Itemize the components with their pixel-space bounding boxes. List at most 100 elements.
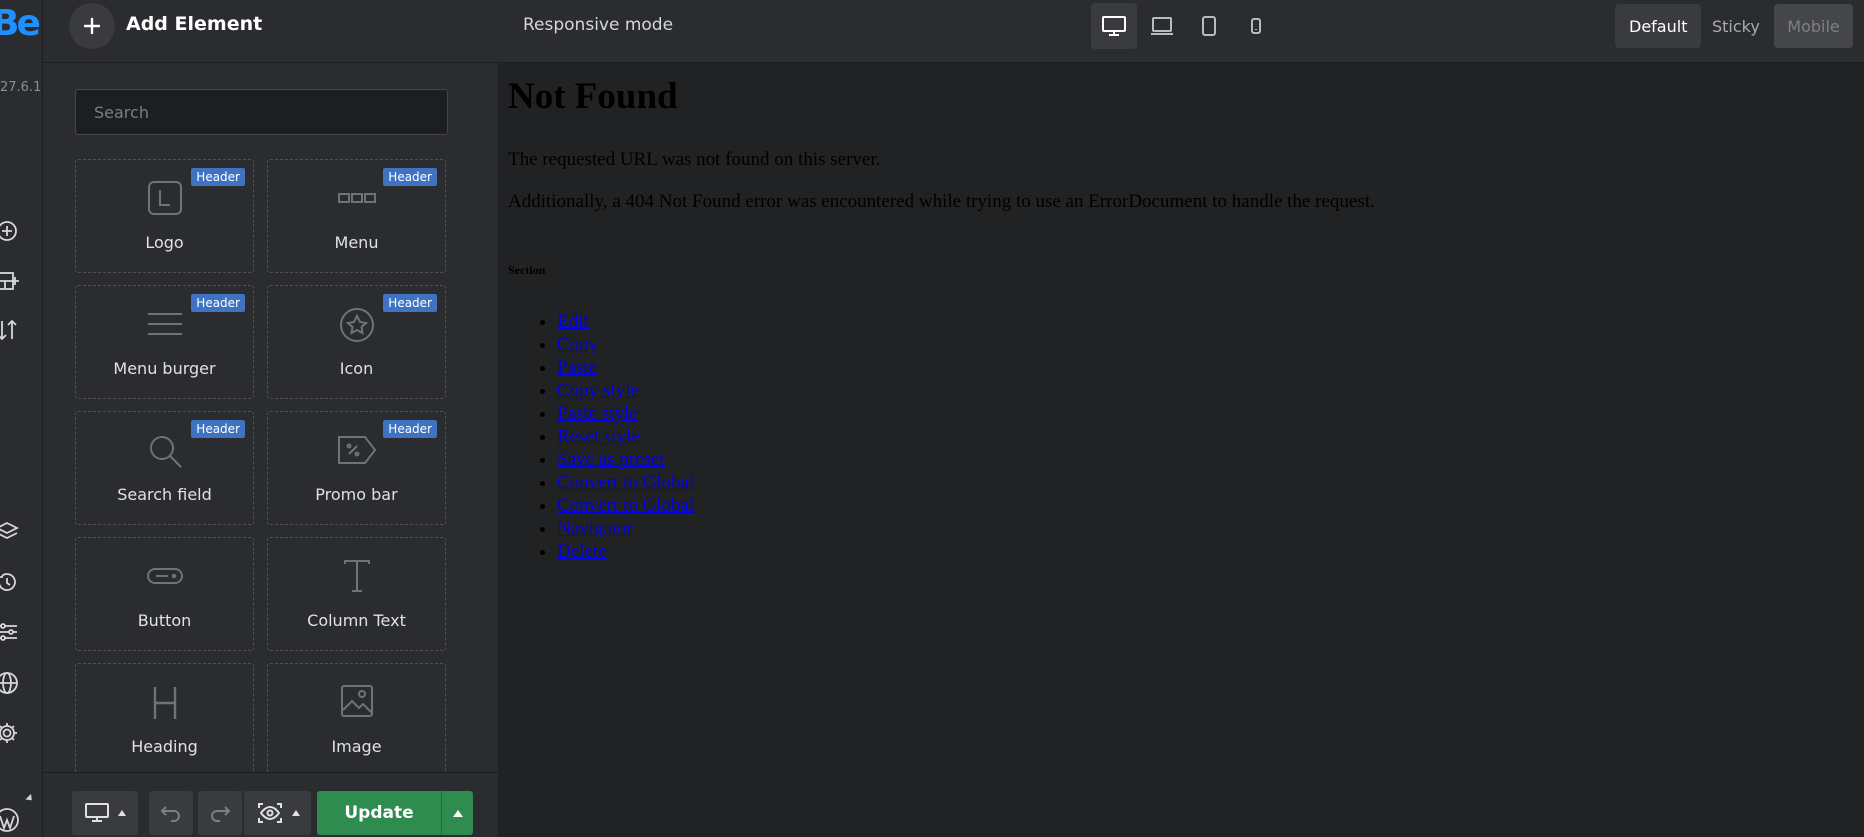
responsive-mode-label: Responsive mode <box>523 15 674 35</box>
mobile-icon <box>1251 18 1261 34</box>
header-badge: Header <box>383 168 437 186</box>
element-card-icon[interactable]: Header Icon <box>267 285 446 399</box>
caret-up-icon <box>118 810 126 816</box>
element-card-button[interactable]: Button <box>75 537 254 651</box>
copy-link[interactable]: Copy <box>557 334 598 355</box>
element-card-column-text[interactable]: Column Text <box>267 537 446 651</box>
list-item: Paste <box>557 356 694 379</box>
wordpress-icon[interactable] <box>0 805 22 835</box>
reset-style-link[interactable]: Reset style <box>557 426 640 447</box>
list-item: Delete <box>557 540 694 563</box>
settings-sliders-icon[interactable] <box>0 617 22 647</box>
section-label: Section <box>508 263 546 277</box>
image-icon <box>340 685 373 717</box>
undo-button[interactable] <box>149 791 193 835</box>
element-card-search-field[interactable]: Header Search field <box>75 411 254 525</box>
element-label: Icon <box>339 359 374 378</box>
delete-link[interactable]: Delete <box>557 541 607 562</box>
update-options-button[interactable] <box>441 791 473 835</box>
tablet-view-button[interactable] <box>1186 3 1232 49</box>
laptop-view-button[interactable] <box>1139 3 1185 49</box>
mode-mobile-button[interactable]: Mobile <box>1774 4 1853 48</box>
element-label: Heading <box>131 737 198 756</box>
element-card-image[interactable]: Image <box>267 663 446 777</box>
text-icon <box>343 560 370 592</box>
redo-icon <box>211 806 231 822</box>
list-item: Edit <box>557 310 694 333</box>
element-label: Promo bar <box>315 485 398 504</box>
element-label: Button <box>137 611 192 630</box>
preview-button[interactable] <box>244 791 311 835</box>
add-element-title: Add Element <box>126 13 263 35</box>
tablet-icon <box>1202 16 1216 36</box>
list-item: Navigator <box>557 517 694 540</box>
wordpress-menu-arrow-icon[interactable] <box>25 793 35 804</box>
element-label: Column Text <box>307 611 406 630</box>
element-card-menu[interactable]: Header Menu <box>267 159 446 273</box>
mode-default-button[interactable]: Default <box>1615 4 1702 48</box>
paste-link[interactable]: Paste <box>557 357 597 378</box>
gear-icon[interactable] <box>0 718 22 748</box>
error-message: The requested URL was not found on this … <box>508 149 881 170</box>
undo-icon <box>160 806 180 822</box>
paste-style-link[interactable]: Paste style <box>557 403 638 424</box>
element-card-promo-bar[interactable]: Header Promo bar <box>267 411 446 525</box>
caret-up-icon <box>452 809 463 817</box>
menu-icon <box>337 193 376 203</box>
update-button[interactable]: Update <box>317 791 441 835</box>
element-label: Menu burger <box>113 359 216 378</box>
navigator-link[interactable]: Navigator <box>557 518 633 539</box>
element-label: Menu <box>334 233 379 252</box>
list-item: Convert to Global <box>557 471 694 494</box>
element-card-logo[interactable]: Header Logo <box>75 159 254 273</box>
search-icon <box>149 436 182 468</box>
left-rail: Be 27.6.1 <box>0 0 43 837</box>
eye-icon <box>257 803 282 823</box>
list-item: Copy style <box>557 379 694 402</box>
add-section-icon[interactable] <box>0 266 22 296</box>
top-bar: Add Element Responsive mode Default Stic… <box>43 0 1864 63</box>
list-item: Reset style <box>557 425 694 448</box>
convert-to-global-link[interactable]: Convert to Global <box>557 495 694 516</box>
context-menu-list: Edit Copy Paste Copy style Paste style R… <box>557 310 694 563</box>
heading-icon <box>153 687 176 719</box>
device-preview-button[interactable] <box>72 791 138 835</box>
globe-icon[interactable] <box>0 668 22 698</box>
element-label: Search field <box>117 485 212 504</box>
laptop-icon <box>1151 17 1173 35</box>
error-detail: Additionally, a 404 Not Found error was … <box>508 191 1375 212</box>
element-card-heading[interactable]: Heading <box>75 663 254 777</box>
plus-icon <box>83 17 101 35</box>
mode-sticky-button[interactable]: Sticky <box>1698 4 1774 48</box>
desktop-view-button[interactable] <box>1091 3 1137 49</box>
add-circle-icon[interactable] <box>0 216 22 246</box>
desktop-icon <box>1102 16 1126 36</box>
page-title: Not Found <box>508 76 678 117</box>
button-icon <box>146 568 183 584</box>
bottom-toolbar: Update <box>43 772 498 837</box>
preview-canvas: Not Found The requested URL was not foun… <box>498 63 1864 837</box>
history-icon[interactable] <box>0 567 22 597</box>
list-item: Save as preset <box>557 448 694 471</box>
app-version: 27.6.1 <box>0 80 42 95</box>
list-item: Copy <box>557 333 694 356</box>
element-label: Image <box>331 737 382 756</box>
element-label: Logo <box>145 233 184 252</box>
layers-icon[interactable] <box>0 517 22 547</box>
save-as-preset-link[interactable]: Save as preset <box>557 449 665 470</box>
edit-link[interactable]: Edit <box>557 311 589 332</box>
convert-to-global-link[interactable]: Convert to Global <box>557 472 694 493</box>
promo-tag-icon <box>337 436 376 464</box>
star-icon <box>339 308 374 342</box>
redo-button[interactable] <box>198 791 242 835</box>
sort-icon[interactable] <box>0 315 22 345</box>
app-logo[interactable]: Be <box>0 2 41 46</box>
desktop-icon <box>85 803 109 822</box>
mobile-view-button[interactable] <box>1233 3 1279 49</box>
copy-style-link[interactable]: Copy style <box>557 380 639 401</box>
search-input[interactable] <box>75 89 448 135</box>
menu-burger-icon <box>147 313 182 335</box>
list-item: Convert to Global <box>557 494 694 517</box>
element-card-menu-burger[interactable]: Header Menu burger <box>75 285 254 399</box>
add-element-button[interactable] <box>69 3 115 49</box>
